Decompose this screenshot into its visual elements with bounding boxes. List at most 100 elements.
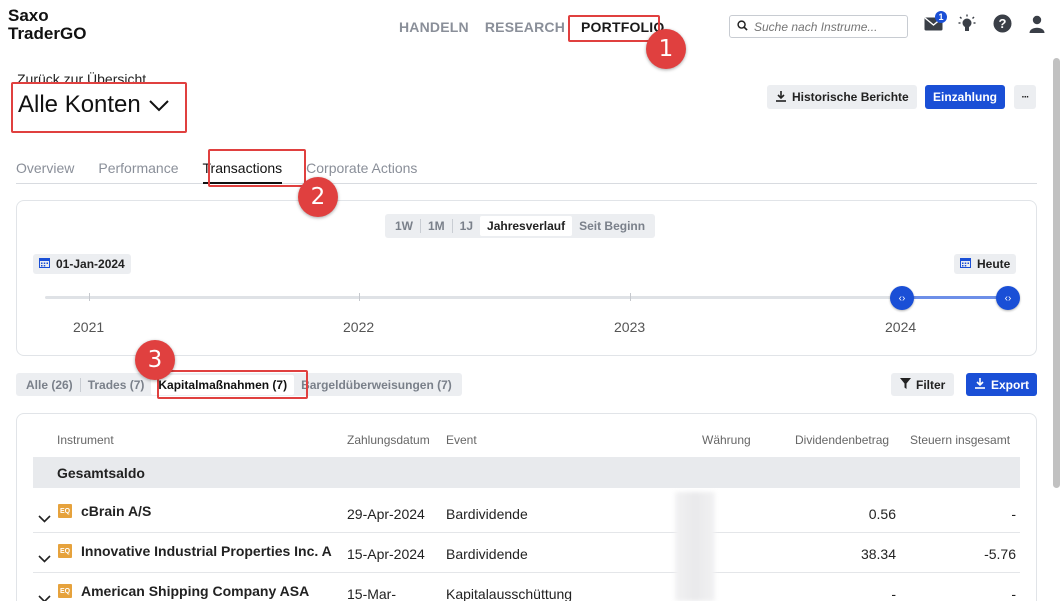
column-header-event[interactable]: Event — [446, 433, 477, 447]
transaction-type-filter: Alle (26) Trades (7) Kapitalmaßnahmen (7… — [16, 373, 462, 396]
tab-performance[interactable]: Performance — [98, 158, 178, 184]
drag-arrows-icon: ‹› — [1004, 292, 1012, 304]
instrument-name: American Shipping Company ASA — [81, 583, 310, 599]
historical-reports-label: Historische Berichte — [792, 90, 909, 104]
logo-line-1: Saxo — [8, 6, 49, 25]
column-header-payment-date[interactable]: Zahlungsdatum — [347, 433, 430, 447]
timeline-year-label: 2021 — [73, 319, 105, 335]
drag-arrows-icon: ‹› — [898, 292, 906, 304]
help-button[interactable]: ? — [991, 14, 1013, 38]
timeline-selected-range — [902, 296, 1008, 299]
notifications-button[interactable]: 1 — [922, 11, 947, 37]
profile-button[interactable] — [1026, 15, 1048, 37]
search-icon — [737, 18, 748, 36]
instrument-name: cBrain A/S — [81, 503, 152, 519]
filter-button[interactable]: Filter — [891, 373, 955, 396]
svg-text:?: ? — [998, 16, 1006, 31]
nav-portfolio[interactable]: PORTFOLIO — [581, 19, 664, 35]
notification-count-badge: 1 — [935, 11, 947, 23]
step-marker-2: 2 — [298, 177, 338, 217]
historical-reports-button[interactable]: Historische Berichte — [767, 85, 917, 109]
dividend-amount: 38.34 — [860, 546, 896, 562]
filter-corporate-actions[interactable]: Kapitalmaßnahmen (7) — [151, 374, 295, 395]
timeline-track[interactable] — [45, 296, 1007, 299]
export-button[interactable]: Export — [966, 373, 1038, 396]
tab-overview[interactable]: Overview — [16, 158, 74, 184]
redacted-currency-column — [675, 492, 715, 601]
help-icon: ? — [993, 14, 1012, 38]
step-marker-3: 3 — [135, 340, 175, 380]
table-row[interactable]: EQ American Shipping Company ASA 15-Mar-… — [33, 573, 1020, 601]
chevron-down-icon — [149, 91, 169, 119]
total-balance-row: Gesamtsaldo — [33, 457, 1020, 488]
event-type: Kapitalausschüttung — [446, 586, 573, 601]
timeline-year-label: 2024 — [885, 319, 917, 335]
lightbulb-icon — [958, 14, 976, 39]
period-since-inception[interactable]: Seit Beginn — [572, 216, 652, 236]
start-date-picker[interactable]: 01-Jan-2024 — [33, 254, 131, 274]
tab-transactions[interactable]: Transactions — [202, 158, 283, 184]
account-title: Alle Konten — [18, 91, 141, 118]
column-header-instrument[interactable]: Instrument — [57, 433, 114, 447]
timeline-end-handle[interactable]: ‹› — [996, 286, 1020, 310]
filter-button-label: Filter — [916, 377, 946, 392]
search-box[interactable] — [729, 15, 908, 38]
step-marker-1: 1 — [646, 29, 686, 69]
equity-type-badge: EQ — [58, 584, 72, 598]
logo-line-2: TraderGO — [8, 24, 87, 43]
total-taxes: - — [1011, 506, 1016, 522]
download-icon — [775, 90, 787, 105]
column-header-total-taxes[interactable]: Steuern insgesamt — [910, 433, 1010, 447]
filter-trades[interactable]: Trades (7) — [81, 375, 152, 395]
payment-date: 29-Apr-2024 — [347, 506, 425, 522]
start-date-value: 01-Jan-2024 — [56, 257, 125, 271]
table-row[interactable]: EQ cBrain A/S 29-Apr-2024 Bardividende 0… — [33, 493, 1020, 533]
saxo-logo[interactable]: Saxo TraderGO — [8, 7, 86, 43]
ideas-button[interactable] — [956, 14, 978, 39]
page-scrollbar[interactable] — [1053, 58, 1060, 488]
more-options-button[interactable]: ··· — [1014, 85, 1036, 109]
event-type: Bardividende — [446, 506, 528, 522]
chevron-down-icon[interactable] — [38, 590, 52, 601]
filter-cash-transfers[interactable]: Bargeldüberweisungen (7) — [294, 375, 459, 395]
period-selector: 1W 1M 1J Jahresverlauf Seit Beginn — [385, 214, 656, 238]
timeline-start-handle[interactable]: ‹› — [890, 286, 914, 310]
chevron-down-icon[interactable] — [38, 510, 52, 524]
equity-type-badge: EQ — [58, 544, 72, 558]
period-1w[interactable]: 1W — [388, 216, 420, 236]
portfolio-tabs: Overview Performance Transactions Corpor… — [16, 158, 1037, 184]
period-year-to-date[interactable]: Jahresverlauf — [480, 216, 573, 236]
filter-all[interactable]: Alle (26) — [19, 375, 80, 395]
deposit-label: Einzahlung — [933, 90, 997, 104]
payment-date: 15-Apr-2024 — [347, 546, 425, 562]
account-selector[interactable]: Alle Konten — [18, 91, 169, 119]
more-icon: ··· — [1021, 91, 1030, 103]
period-1m[interactable]: 1M — [421, 216, 452, 236]
chevron-down-icon[interactable] — [38, 550, 52, 564]
total-taxes: - — [1011, 586, 1016, 601]
timeline-year-label: 2023 — [614, 319, 646, 335]
total-balance-label: Gesamtsaldo — [57, 464, 145, 481]
calendar-icon — [39, 257, 50, 271]
table-row[interactable]: EQ Innovative Industrial Properties Inc.… — [33, 533, 1020, 573]
column-header-dividend-amount[interactable]: Dividendenbetrag — [795, 433, 889, 447]
top-navigation: HANDELN RESEARCH PORTFOLIO — [399, 19, 664, 35]
total-taxes: -5.76 — [984, 546, 1016, 562]
column-header-currency[interactable]: Währung — [702, 433, 751, 447]
nav-handeln[interactable]: HANDELN — [399, 19, 469, 35]
deposit-button[interactable]: Einzahlung — [925, 85, 1005, 109]
export-button-label: Export — [991, 377, 1030, 392]
filter-funnel-icon — [900, 377, 911, 392]
nav-research[interactable]: RESEARCH — [485, 19, 565, 35]
search-input[interactable] — [754, 19, 904, 34]
event-type: Bardividende — [446, 546, 528, 562]
dividend-amount: 0.56 — [868, 506, 896, 522]
timeline-tick — [359, 293, 360, 301]
end-date-value: Heute — [977, 257, 1011, 271]
back-to-overview-link[interactable]: Zurück zur Übersicht — [17, 71, 146, 87]
timeline-year-label: 2022 — [343, 319, 375, 335]
end-date-picker[interactable]: Heute — [954, 254, 1017, 274]
calendar-icon — [960, 257, 971, 271]
period-1j[interactable]: 1J — [453, 216, 480, 236]
timeline-tick — [89, 293, 90, 301]
